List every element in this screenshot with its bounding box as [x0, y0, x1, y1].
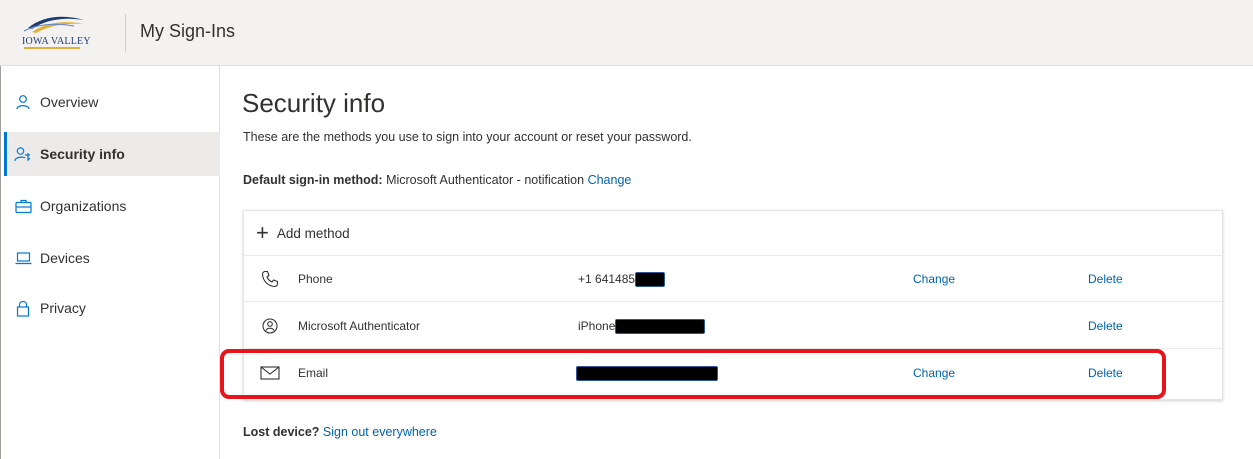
method-value: iPhone — [578, 319, 706, 335]
lost-device-label: Lost device? — [243, 425, 320, 439]
change-phone-link[interactable]: Change — [913, 272, 955, 286]
method-value-prefix: +1 641485 — [578, 272, 636, 286]
redacted-block — [615, 319, 706, 335]
redacted-block — [576, 366, 718, 382]
app-title[interactable]: My Sign-Ins — [140, 21, 235, 42]
method-row-authenticator: Microsoft Authenticator iPhone Delete — [244, 303, 1224, 349]
person-icon — [14, 93, 32, 111]
sidebar-item-privacy[interactable]: Privacy — [4, 286, 220, 330]
add-method-button[interactable]: + Add method — [244, 211, 1224, 256]
briefcase-icon — [14, 197, 32, 215]
logo-text: IOWA VALLEY — [22, 36, 91, 47]
sidebar-item-overview[interactable]: Overview — [4, 80, 220, 124]
mail-icon — [260, 363, 280, 383]
sidebar-item-devices[interactable]: Devices — [4, 236, 220, 280]
method-row-email: Email Change Delete — [244, 350, 1224, 396]
method-value: +1 641485 — [578, 272, 666, 288]
sidebar-nav: Overview Security info Organizations Dev… — [4, 66, 220, 459]
page-subtitle: These are the methods you use to sign in… — [243, 130, 692, 144]
laptop-icon — [14, 249, 32, 267]
security-person-icon — [14, 145, 32, 163]
page-title: Security info — [242, 88, 386, 118]
phone-icon — [260, 269, 280, 289]
sidebar-item-security-info[interactable]: Security info — [4, 132, 220, 176]
method-name: Phone — [298, 272, 333, 286]
sidebar-item-organizations[interactable]: Organizations — [4, 184, 220, 228]
iowa-valley-logo[interactable]: IOWA VALLEY — [22, 12, 110, 54]
default-sign-in-method: Default sign-in method: Microsoft Authen… — [243, 173, 631, 187]
lost-device-line: Lost device? Sign out everywhere — [243, 425, 437, 439]
sidebar-item-label: Organizations — [40, 198, 127, 214]
lock-icon — [14, 299, 32, 317]
methods-list: + Add method Phone +1 641485 Change Dele… — [243, 210, 1224, 400]
delete-phone-link[interactable]: Delete — [1088, 272, 1123, 286]
method-name: Email — [298, 366, 329, 380]
change-default-method-link[interactable]: Change — [588, 173, 632, 187]
authenticator-icon — [260, 316, 280, 336]
sidebar-item-label: Devices — [40, 250, 90, 266]
sidebar-item-label: Security info — [40, 146, 125, 162]
method-value — [576, 366, 718, 382]
top-header: IOWA VALLEY My Sign-Ins — [0, 0, 1253, 66]
change-email-link[interactable]: Change — [913, 366, 955, 380]
delete-authenticator-link[interactable]: Delete — [1088, 319, 1123, 333]
default-method-label: Default sign-in method: — [243, 173, 383, 187]
logo-swoosh-icon — [23, 16, 84, 33]
default-method-value: Microsoft Authenticator - notification — [386, 173, 585, 187]
plus-icon: + — [256, 220, 269, 245]
header-divider — [125, 14, 126, 52]
delete-email-link[interactable]: Delete — [1088, 366, 1123, 380]
window-left-edge — [0, 66, 1, 459]
sidebar-item-label: Overview — [40, 94, 99, 110]
logo-underline — [24, 47, 80, 49]
add-method-label: Add method — [276, 225, 350, 241]
method-value-prefix: iPhone — [578, 319, 616, 333]
method-name: Microsoft Authenticator — [298, 319, 421, 333]
sidebar-item-label: Privacy — [40, 300, 86, 316]
main-content: Security info These are the methods you … — [221, 66, 1253, 459]
sign-out-everywhere-link[interactable]: Sign out everywhere — [323, 425, 437, 439]
redacted-block — [635, 272, 666, 288]
method-row-phone: Phone +1 641485 Change Delete — [244, 256, 1224, 302]
